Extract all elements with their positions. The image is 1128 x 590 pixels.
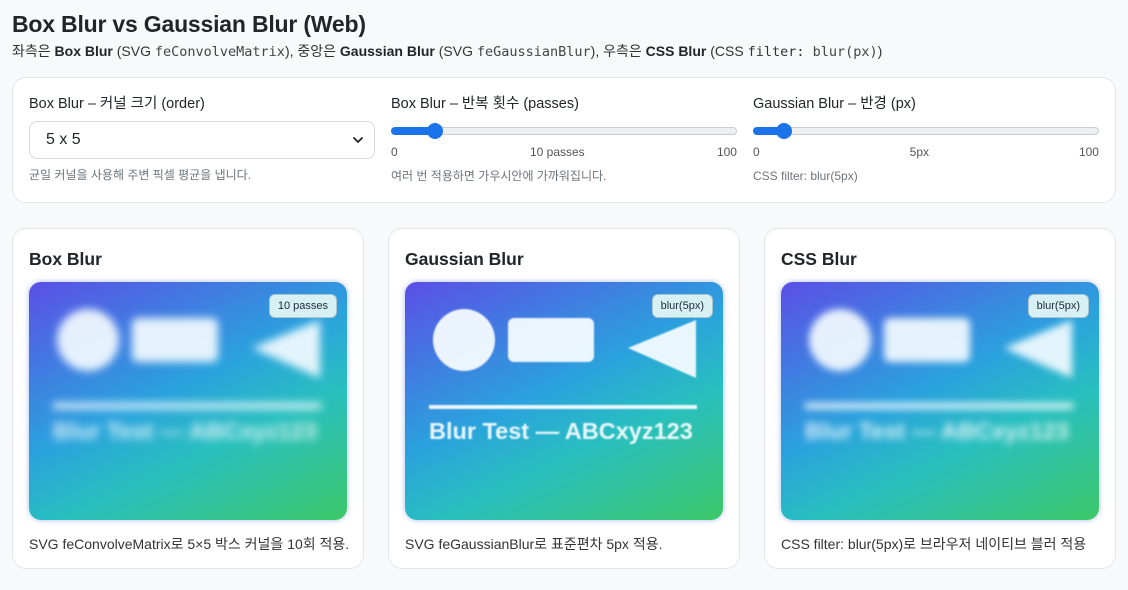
radius-slider-thumb[interactable]: [776, 123, 792, 139]
page: Box Blur vs Gaussian Blur (Web) 좌측은 Box …: [0, 0, 1128, 569]
blur-badge: blur(5px): [651, 294, 713, 318]
page-title: Box Blur vs Gaussian Blur (Web): [12, 11, 366, 37]
passes-min: 0: [391, 145, 398, 159]
rectangle-shape: [884, 318, 970, 362]
card-description: SVG feGaussianBlur로 표준편차 5px 적용.: [405, 536, 663, 552]
subtitle-text-6: (CSS: [706, 43, 748, 59]
box-blur-preview: Blur Test — ABCxyz123 10 passes: [29, 282, 347, 520]
divider-line: [429, 405, 697, 409]
subtitle-code-filter: filter:: [747, 44, 813, 60]
gaussian-blur-card: Gaussian Blur Blur Test — ABCxyz123 blur…: [388, 228, 740, 569]
divider-line: [805, 403, 1073, 409]
preview-text: Blur Test — ABCxyz123: [53, 418, 317, 444]
radius-scale: 0 5px 100: [753, 144, 1099, 160]
rectangle-shape: [508, 318, 594, 362]
box-blur-card: Box Blur Blur Test — ABCxyz123 10 passes…: [12, 228, 364, 569]
passes-slider[interactable]: [391, 121, 737, 141]
subtitle-css-blur: CSS Blur: [645, 43, 707, 59]
css-blur-preview: Blur Test — ABCxyz123 blur(5px): [781, 282, 1099, 520]
subtitle-box-blur: Box Blur: [54, 43, 113, 59]
chevron-down-icon: [353, 137, 363, 143]
order-label: Box Blur – 커널 크기 (order): [29, 96, 205, 112]
passes-current: 10 passes: [529, 145, 585, 159]
subtitle-code-convolve: feConvolveMatrix: [154, 44, 285, 60]
blur-badge: blur(5px): [1027, 294, 1089, 318]
radius-control: Gaussian Blur – 반경 (px) 0 5px 100 CSS fi…: [753, 78, 1099, 202]
radius-current: 5px: [909, 145, 929, 159]
circle-shape: [809, 309, 871, 371]
cards-row: Box Blur Blur Test — ABCxyz123 10 passes…: [12, 228, 1116, 569]
passes-slider-thumb[interactable]: [427, 123, 443, 139]
radius-slider[interactable]: [753, 121, 1099, 141]
order-control: Box Blur – 커널 크기 (order) 5 x 5 균일 커널을 사용…: [29, 78, 375, 202]
triangle-shape: [1004, 320, 1072, 378]
preview-text: Blur Test — ABCxyz123: [429, 418, 693, 444]
card-description: SVG feConvolveMatrix로 5×5 박스 커널을 10회 적용.: [29, 536, 350, 552]
triangle-shape: [252, 320, 320, 378]
order-select-value: 5 x 5: [46, 131, 81, 148]
page-subtitle: 좌측은 Box Blur (SVG feConvolveMatrix), 중앙은…: [12, 41, 1116, 62]
card-title: Gaussian Blur: [405, 249, 524, 269]
radius-slider-track[interactable]: [753, 127, 1099, 135]
card-description: CSS filter: blur(5px)로 브라우저 네이티브 블러 적용: [781, 536, 1087, 552]
passes-badge: 10 passes: [268, 294, 337, 318]
subtitle-text-7: ): [877, 43, 883, 59]
preview-text: Blur Test — ABCxyz123: [805, 418, 1069, 444]
subtitle-text-1: 좌측은: [12, 43, 55, 59]
passes-label: Box Blur – 반복 횟수 (passes): [391, 96, 579, 112]
radius-label: Gaussian Blur – 반경 (px): [753, 96, 916, 112]
radius-min: 0: [753, 145, 760, 159]
passes-control: Box Blur – 반복 횟수 (passes) 0 10 passes 10…: [391, 78, 737, 202]
subtitle-code-gaussian: feGaussianBlur: [476, 44, 591, 60]
subtitle-text-3: ), 중앙은: [284, 43, 340, 59]
circle-shape: [57, 309, 119, 371]
divider-line: [53, 403, 321, 409]
order-select[interactable]: 5 x 5: [29, 121, 375, 159]
radius-max: 100: [1078, 145, 1099, 159]
order-hint: 균일 커널을 사용해 주변 픽셀 평균을 냅니다.: [29, 168, 252, 182]
triangle-shape: [628, 320, 696, 378]
passes-scale: 0 10 passes 100: [391, 144, 737, 160]
radius-hint: CSS filter: blur(5px): [753, 169, 858, 183]
css-blur-card: CSS Blur Blur Test — ABCxyz123 blur(5px)…: [764, 228, 1116, 569]
controls-panel: Box Blur – 커널 크기 (order) 5 x 5 균일 커널을 사용…: [12, 77, 1116, 203]
subtitle-text-2: (SVG: [112, 43, 155, 59]
rectangle-shape: [132, 318, 218, 362]
passes-max: 100: [716, 145, 737, 159]
card-title: CSS Blur: [781, 249, 857, 269]
gaussian-blur-preview: Blur Test — ABCxyz123 blur(5px): [405, 282, 723, 520]
card-title: Box Blur: [29, 249, 102, 269]
circle-shape: [433, 309, 495, 371]
subtitle-code-blur: blur(px): [812, 44, 878, 60]
subtitle-gaussian-blur: Gaussian Blur: [339, 43, 435, 59]
passes-hint: 여러 번 적용하면 가우시안에 가까워집니다.: [391, 169, 607, 183]
subtitle-text-5: ), 우측은: [590, 43, 646, 59]
subtitle-text-4: (SVG: [434, 43, 477, 59]
